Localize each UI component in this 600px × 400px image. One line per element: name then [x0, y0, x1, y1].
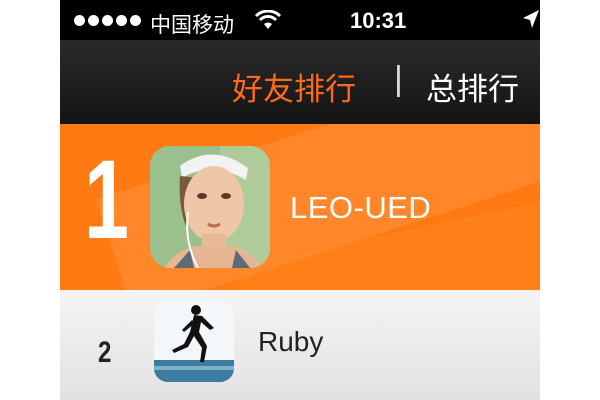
- location-arrow-icon: [523, 10, 539, 28]
- avatar[interactable]: [154, 300, 234, 382]
- woman-portrait-avatar-icon: [150, 146, 270, 268]
- status-time: 10:31: [350, 8, 407, 33]
- avatar[interactable]: [150, 146, 270, 268]
- header-nav: 好友排行 | 总排行: [60, 40, 540, 124]
- carrier-name: 中国移动: [150, 13, 234, 37]
- wifi-icon: [255, 10, 281, 29]
- leaderboard-row-1[interactable]: 1 LEO-UED: [60, 124, 540, 290]
- tab-total-ranking[interactable]: 总排行: [426, 64, 519, 109]
- status-bar: 中国移动 10:31: [60, 0, 540, 40]
- leaderboard-row-2[interactable]: 2 Ruby: [60, 290, 540, 400]
- runner-silhouette-avatar-icon: [154, 300, 234, 382]
- player-name: LEO-UED: [290, 190, 432, 225]
- rank-number: 2: [98, 336, 112, 369]
- phone-screen: 中国移动 10:31 好友排行 | 总排行 1 LEO-UED 2 Ruby: [60, 0, 540, 400]
- tab-friends-ranking[interactable]: 好友排行: [232, 64, 356, 109]
- tab-separator: |: [394, 60, 403, 98]
- signal-strength-icon: [74, 15, 141, 26]
- rank-number: 1: [84, 137, 129, 262]
- player-name: Ruby: [258, 326, 324, 357]
